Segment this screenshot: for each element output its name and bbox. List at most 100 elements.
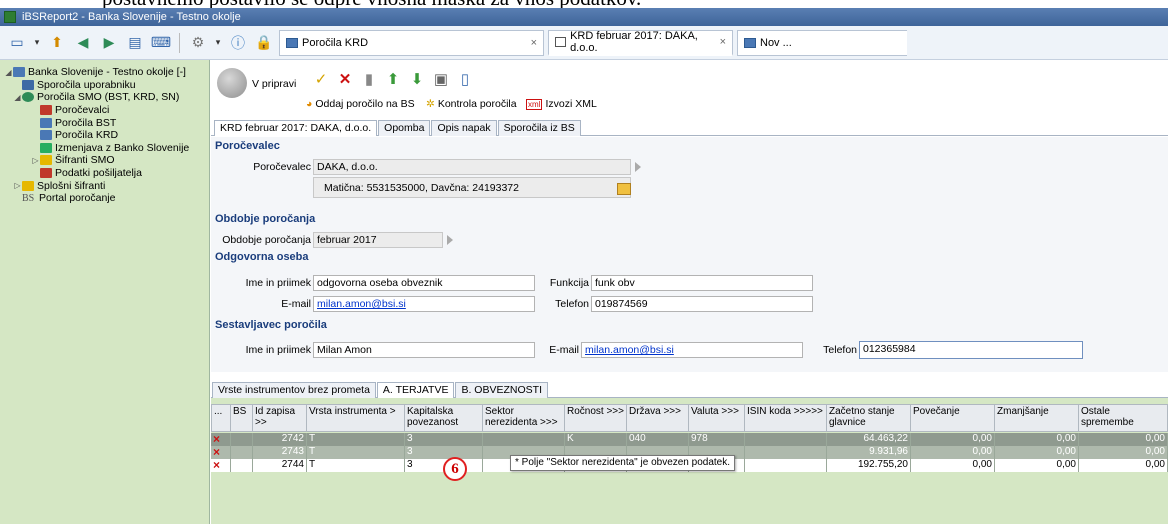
bank-icon — [13, 67, 25, 78]
tab-nov[interactable]: Nov ... — [737, 29, 907, 56]
funkcija-field[interactable]: funk obv — [591, 275, 813, 291]
tab-terjatve[interactable]: A. TERJATVE — [376, 382, 455, 398]
table-cell[interactable] — [483, 433, 565, 446]
tree-item-izmenjava[interactable]: Izmenjava z Banko Slovenije — [0, 142, 209, 155]
lock-icon[interactable]: 🔒 — [253, 32, 275, 54]
table-row[interactable]: × 2742 T 3 K 040 978 64.463,22 0,00 0,00… — [211, 433, 1168, 446]
table-cell: T — [307, 433, 405, 446]
delete-row-icon[interactable]: × — [211, 446, 231, 459]
table-cell: 0,00 — [911, 459, 995, 472]
window-titlebar: iBSReport2 - Banka Slovenije - Testno ok… — [0, 8, 1168, 26]
col-header[interactable]: Vrsta instrumenta > — [307, 404, 405, 432]
tab-krd-februar[interactable]: KRD februar 2017: DAKA, d.o.o. × — [548, 29, 733, 56]
tree-item-porocila-krd[interactable]: Poročila KRD — [0, 129, 209, 142]
check-report-button[interactable]: ✲ Kontrola poročila — [426, 98, 517, 110]
tree-item-porocila-bst[interactable]: Poročila BST — [0, 116, 209, 129]
settings-icon[interactable]: ⚙ — [187, 32, 209, 54]
new-window-icon[interactable]: ▭ — [6, 32, 28, 54]
tab-krd-report[interactable]: KRD februar 2017: DAKA, d.o.o. — [214, 120, 378, 136]
tree-item-sporocila[interactable]: Sporočila uporabniku — [0, 79, 209, 92]
tab-opis-napak[interactable]: Opis napak — [431, 120, 497, 136]
s-telefon-field[interactable]: 012365984 — [859, 341, 1083, 359]
col-header[interactable]: Država >>> — [627, 404, 689, 432]
email-field[interactable]: milan.amon@bsi.si — [313, 296, 535, 312]
tree-item-porocevalci[interactable]: Poročevalci — [0, 104, 209, 117]
s-email-link[interactable]: milan.amon@bsi.si — [585, 344, 674, 356]
export-xml-button[interactable]: xml Izvozi XML — [526, 98, 597, 110]
col-header[interactable]: Id zapisa >> — [253, 404, 307, 432]
expand-arrow-icon[interactable] — [635, 162, 641, 172]
copy-icon[interactable]: ▮ — [361, 71, 377, 88]
section-sestavljavec: Sestavljavec poročila — [215, 319, 327, 331]
obdobje-field[interactable]: februar 2017 — [313, 232, 443, 248]
table-cell: 0,00 — [1079, 433, 1168, 446]
collapse-icon[interactable]: ◢ — [4, 68, 13, 77]
help-icon[interactable]: ⓘ — [227, 32, 249, 54]
page-icon[interactable]: ▯ — [457, 71, 473, 88]
dropdown-icon[interactable]: ▾ — [32, 32, 42, 54]
ime-priimek-label: Ime in priimek — [245, 277, 311, 289]
tab-vrste-instrumentov[interactable]: Vrste instrumentov brez prometa — [212, 382, 376, 398]
expand-icon[interactable]: ▷ — [13, 181, 22, 190]
col-header[interactable]: Sektor nerezidenta >>> — [483, 404, 565, 432]
back-arrow-icon[interactable]: ◀ — [72, 32, 94, 54]
move-up-icon[interactable]: ⬆ — [385, 71, 401, 88]
col-header[interactable]: Ročnost >>> — [565, 404, 627, 432]
close-icon[interactable]: × — [720, 36, 726, 48]
col-header[interactable]: ISIN koda >>>>> — [745, 404, 827, 432]
s-email-label: E-mail — [549, 344, 579, 356]
delete-row-icon[interactable]: × — [211, 433, 231, 446]
send-icon: ◕ — [306, 98, 313, 110]
section-odgovorna-oseba: Odgovorna oseba — [215, 251, 309, 263]
up-arrow-icon[interactable]: ⬆ — [46, 32, 68, 54]
ime-priimek-field[interactable]: odgovorna oseba obveznik — [313, 275, 535, 291]
delete-row-icon[interactable]: × — [211, 459, 231, 472]
confirm-check-icon[interactable]: ✓ — [313, 71, 329, 88]
expand-arrow-icon[interactable] — [447, 235, 453, 245]
col-header[interactable]: ... — [211, 404, 231, 432]
col-header[interactable]: Zmanjšanje — [995, 404, 1079, 432]
close-icon[interactable]: × — [531, 37, 537, 49]
col-header[interactable]: BS — [231, 404, 253, 432]
tree-item-podatki[interactable]: Podatki pošiljatelja — [0, 167, 209, 180]
edit-reporter-icon[interactable] — [617, 183, 631, 195]
send-report-button[interactable]: ◕ Oddaj poročilo na BS — [306, 98, 415, 110]
col-header[interactable]: Začetno stanje glavnice — [827, 404, 911, 432]
table-cell: 3 — [405, 446, 483, 459]
window-title: iBSReport2 - Banka Slovenije - Testno ok… — [22, 11, 241, 23]
telefon-field[interactable]: 019874569 — [591, 296, 813, 312]
forward-arrow-icon[interactable]: ▶ — [98, 32, 120, 54]
tree-item-sifranti-smo[interactable]: ▷ Šifranti SMO — [0, 154, 209, 167]
move-down-icon[interactable]: ⬇ — [409, 71, 425, 88]
globe-icon — [22, 92, 34, 103]
col-header[interactable]: Kapitalska povezanost — [405, 404, 483, 432]
tree-item-banka[interactable]: ◢ Banka Slovenije - Testno okolje [-] — [0, 66, 209, 79]
tab-porocila-krd[interactable]: Poročila KRD × — [279, 29, 544, 56]
tree-item-porocila-smo[interactable]: ◢ Poročila SMO (BST, KRD, SN) — [0, 91, 209, 104]
dropdown-icon[interactable]: ▾ — [213, 32, 223, 54]
table-cell: 0,00 — [1079, 459, 1168, 472]
col-header[interactable]: Valuta >>> — [689, 404, 745, 432]
status-indicator-icon — [217, 68, 247, 98]
table-cell: 0,00 — [995, 446, 1079, 459]
col-header[interactable]: Ostale spremembe — [1079, 404, 1168, 432]
document-icon[interactable]: ▤ — [124, 32, 146, 54]
step-callout-badge: 6 — [443, 457, 467, 481]
tree-item-portal[interactable]: BS Portal poročanje — [0, 192, 209, 205]
collapse-icon[interactable]: ◢ — [13, 93, 22, 102]
image-icon[interactable]: ▣ — [433, 71, 449, 88]
delete-x-icon[interactable]: ✕ — [337, 71, 353, 88]
tree-item-splosni[interactable]: ▷ Splošni šifranti — [0, 179, 209, 192]
email-link[interactable]: milan.amon@bsi.si — [317, 298, 406, 310]
reporter-icon — [40, 105, 52, 116]
s-ime-priimek-field[interactable]: Milan Amon — [313, 342, 535, 358]
col-header[interactable]: Povečanje — [911, 404, 995, 432]
s-email-field[interactable]: milan.amon@bsi.si — [581, 342, 803, 358]
expand-icon[interactable]: ▷ — [31, 156, 40, 165]
porocevalec-field[interactable]: DAKA, d.o.o. — [313, 159, 631, 175]
tab-sporocila-bs[interactable]: Sporočila iz BS — [497, 120, 581, 136]
tab-opomba[interactable]: Opomba — [378, 120, 431, 136]
keyboard-icon[interactable]: ⌨ — [150, 32, 172, 54]
tab-obveznosti[interactable]: B. OBVEZNOSTI — [455, 382, 548, 398]
table-cell: 978 — [689, 433, 745, 446]
